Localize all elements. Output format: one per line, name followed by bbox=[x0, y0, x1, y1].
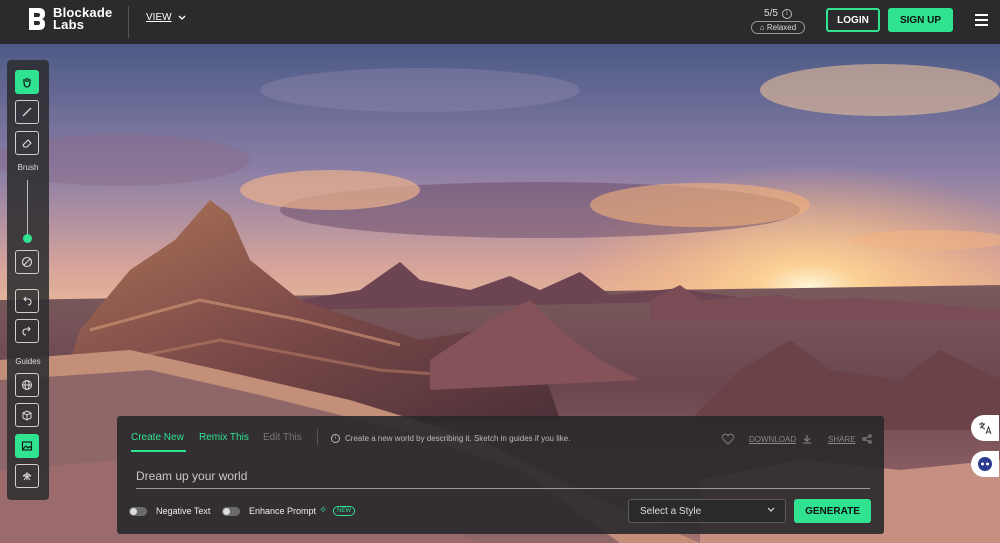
sparkle-icon: ✧ bbox=[319, 505, 328, 516]
chevron-down-icon bbox=[767, 507, 775, 512]
tab-create-new[interactable]: Create New bbox=[131, 432, 184, 443]
undo-icon bbox=[23, 296, 32, 306]
info-icon: i bbox=[331, 434, 340, 443]
active-tab-underline bbox=[131, 450, 186, 452]
sketch-toolbar: Brush Guides bbox=[7, 60, 49, 500]
view-label: VIEW bbox=[146, 12, 172, 23]
undo-button[interactable] bbox=[15, 289, 39, 313]
info-icon[interactable]: i bbox=[781, 8, 792, 19]
pan-tool-button[interactable] bbox=[15, 70, 39, 94]
sign-up-button[interactable]: SIGN UP bbox=[888, 8, 953, 32]
prompt-panel: Create New Remix This Edit This i Create… bbox=[117, 416, 884, 534]
brush-size-slider-handle[interactable] bbox=[23, 234, 32, 243]
blockade-logo-icon bbox=[29, 8, 45, 30]
image-icon bbox=[21, 441, 33, 451]
image-guide-button[interactable] bbox=[15, 434, 39, 458]
equirect-icon bbox=[22, 472, 32, 481]
brush-label: Brush bbox=[17, 163, 39, 172]
globe-guide-button[interactable] bbox=[15, 373, 39, 397]
redo-button[interactable] bbox=[15, 319, 39, 343]
translate-button[interactable] bbox=[971, 415, 999, 441]
top-header: Blockade Labs VIEW 5/5 i ⌂ Relaxed LOGIN… bbox=[0, 0, 1000, 44]
globe-icon bbox=[22, 380, 32, 390]
enhance-prompt-toggle[interactable] bbox=[222, 507, 240, 516]
cube-icon bbox=[22, 410, 32, 421]
share-button[interactable]: SHARE bbox=[828, 434, 872, 444]
style-select-value: Select a Style bbox=[640, 505, 702, 517]
brush-icon bbox=[22, 107, 32, 117]
eraser-icon bbox=[22, 139, 32, 148]
new-badge: NEW bbox=[333, 506, 355, 516]
assistant-button[interactable] bbox=[971, 451, 999, 477]
logo-text: Blockade Labs bbox=[53, 6, 112, 32]
translate-icon bbox=[979, 422, 992, 435]
download-button[interactable]: DOWNLOAD bbox=[749, 434, 812, 444]
mode-badge: ⌂ Relaxed bbox=[751, 21, 805, 34]
cube-guide-button[interactable] bbox=[15, 403, 39, 427]
heart-icon[interactable] bbox=[721, 432, 735, 446]
share-icon bbox=[861, 434, 872, 444]
negative-text-toggle[interactable] bbox=[129, 507, 147, 516]
credits-indicator[interactable]: 5/5 i ⌂ Relaxed bbox=[751, 8, 805, 34]
guides-label: Guides bbox=[15, 357, 41, 366]
tab-divider bbox=[317, 429, 318, 445]
download-icon bbox=[803, 435, 812, 444]
hand-icon bbox=[23, 78, 31, 88]
download-label: DOWNLOAD bbox=[749, 434, 797, 444]
tab-edit-this[interactable]: Edit This bbox=[263, 432, 302, 443]
brush-size-slider-track[interactable] bbox=[27, 180, 28, 238]
clear-icon bbox=[21, 256, 33, 268]
hint-label: Create a new world by describing it. Ske… bbox=[345, 434, 571, 443]
chevron-down-icon bbox=[178, 15, 186, 20]
login-button[interactable]: LOGIN bbox=[826, 8, 880, 32]
assistant-icon bbox=[978, 457, 992, 471]
negative-text-label: Negative Text bbox=[156, 506, 211, 516]
prompt-input[interactable] bbox=[136, 464, 870, 489]
menu-icon[interactable] bbox=[975, 14, 988, 26]
redo-icon bbox=[22, 326, 31, 336]
share-label: SHARE bbox=[828, 434, 856, 444]
logo-line2: Labs bbox=[53, 17, 85, 32]
credits-count: 5/5 bbox=[764, 8, 778, 19]
brush-tool-button[interactable] bbox=[15, 100, 39, 124]
enhance-prompt-label: Enhance Prompt bbox=[249, 506, 317, 516]
blockade-labs-logo[interactable]: Blockade Labs bbox=[27, 6, 112, 32]
clear-canvas-button[interactable] bbox=[15, 250, 39, 274]
mode-badge-label: Relaxed bbox=[766, 23, 797, 32]
tab-remix-this[interactable]: Remix This bbox=[199, 432, 249, 443]
header-divider bbox=[128, 6, 129, 38]
generate-button[interactable]: GENERATE bbox=[794, 499, 871, 523]
hint-text: i Create a new world by describing it. S… bbox=[331, 434, 570, 443]
style-select[interactable]: Select a Style bbox=[628, 499, 786, 523]
eraser-tool-button[interactable] bbox=[15, 131, 39, 155]
view-menu-button[interactable]: VIEW bbox=[146, 12, 186, 23]
equirect-guide-button[interactable] bbox=[15, 464, 39, 488]
